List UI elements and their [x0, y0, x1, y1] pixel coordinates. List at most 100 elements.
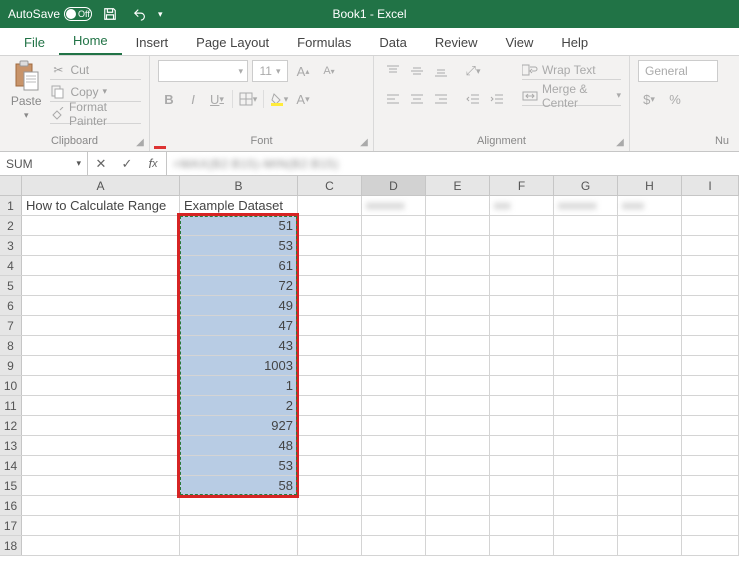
- cell[interactable]: [426, 536, 490, 555]
- cell[interactable]: [362, 236, 426, 255]
- borders-button[interactable]: ▾: [237, 88, 259, 110]
- decrease-indent-icon[interactable]: [462, 88, 484, 110]
- cell[interactable]: [298, 496, 362, 515]
- cell[interactable]: [298, 296, 362, 315]
- align-right-icon[interactable]: [430, 88, 452, 110]
- cell[interactable]: xxxx: [618, 196, 682, 215]
- tab-home[interactable]: Home: [59, 28, 122, 55]
- cell[interactable]: [682, 356, 739, 375]
- cell[interactable]: [22, 416, 180, 435]
- row-header[interactable]: 2: [0, 216, 22, 235]
- cell[interactable]: [490, 376, 554, 395]
- cell[interactable]: [362, 456, 426, 475]
- cell[interactable]: [298, 376, 362, 395]
- cell[interactable]: [426, 496, 490, 515]
- cell[interactable]: [22, 436, 180, 455]
- cell[interactable]: [426, 276, 490, 295]
- cell[interactable]: [298, 456, 362, 475]
- wrap-text-button[interactable]: Wrap Text: [522, 60, 621, 80]
- select-all-corner[interactable]: [0, 176, 22, 195]
- cell[interactable]: [362, 496, 426, 515]
- cell[interactable]: [426, 296, 490, 315]
- worksheet-grid[interactable]: ABCDEFGHI 1How to Calculate RangeExample…: [0, 176, 739, 556]
- cell[interactable]: [682, 456, 739, 475]
- tab-review[interactable]: Review: [421, 30, 492, 55]
- cell[interactable]: 53: [180, 456, 298, 475]
- cell[interactable]: [22, 376, 180, 395]
- cell[interactable]: [554, 296, 618, 315]
- name-box[interactable]: SUM ▾: [0, 152, 88, 175]
- row-header[interactable]: 10: [0, 376, 22, 395]
- column-header[interactable]: B: [180, 176, 298, 195]
- cell[interactable]: [426, 216, 490, 235]
- cell[interactable]: [554, 456, 618, 475]
- cell[interactable]: [298, 516, 362, 535]
- cell[interactable]: [22, 456, 180, 475]
- qat-dropdown-icon[interactable]: ▾: [158, 9, 163, 20]
- cell[interactable]: [426, 376, 490, 395]
- cell[interactable]: xxx: [490, 196, 554, 215]
- cell[interactable]: 61: [180, 256, 298, 275]
- cell[interactable]: 927: [180, 416, 298, 435]
- cell[interactable]: [426, 196, 490, 215]
- cell[interactable]: [180, 536, 298, 555]
- cell[interactable]: [682, 316, 739, 335]
- merge-center-button[interactable]: Merge & Center ▾: [522, 86, 621, 106]
- row-header[interactable]: 15: [0, 476, 22, 495]
- cell[interactable]: [298, 416, 362, 435]
- cell[interactable]: [426, 416, 490, 435]
- cell[interactable]: [362, 416, 426, 435]
- cell[interactable]: [682, 256, 739, 275]
- cell[interactable]: [490, 476, 554, 495]
- row-header[interactable]: 3: [0, 236, 22, 255]
- column-header[interactable]: A: [22, 176, 180, 195]
- cell[interactable]: How to Calculate Range: [22, 196, 180, 215]
- orientation-button[interactable]: ⤢▾: [462, 60, 484, 82]
- cell[interactable]: [490, 496, 554, 515]
- row-header[interactable]: 7: [0, 316, 22, 335]
- cell[interactable]: [22, 356, 180, 375]
- tab-data[interactable]: Data: [365, 30, 420, 55]
- cell[interactable]: Example Dataset: [180, 196, 298, 215]
- cell[interactable]: 47: [180, 316, 298, 335]
- cell[interactable]: [618, 336, 682, 355]
- cell[interactable]: 1: [180, 376, 298, 395]
- cell[interactable]: [22, 536, 180, 555]
- cell[interactable]: [618, 356, 682, 375]
- undo-icon[interactable]: [128, 2, 152, 26]
- cell[interactable]: [298, 356, 362, 375]
- cell[interactable]: xxxxxxx: [362, 196, 426, 215]
- row-header[interactable]: 8: [0, 336, 22, 355]
- cell[interactable]: [362, 296, 426, 315]
- cancel-formula-button[interactable]: ✕: [88, 156, 114, 172]
- cell[interactable]: [554, 416, 618, 435]
- align-bottom-icon[interactable]: [430, 60, 452, 82]
- cell[interactable]: [22, 276, 180, 295]
- cell[interactable]: [180, 516, 298, 535]
- underline-button[interactable]: U▾: [206, 88, 228, 110]
- cell[interactable]: [426, 476, 490, 495]
- cell[interactable]: [682, 296, 739, 315]
- number-format-combo[interactable]: General: [638, 60, 718, 82]
- cell[interactable]: [426, 436, 490, 455]
- cell[interactable]: 51: [180, 216, 298, 235]
- cell[interactable]: [682, 476, 739, 495]
- row-header[interactable]: 6: [0, 296, 22, 315]
- cell[interactable]: [22, 296, 180, 315]
- cell[interactable]: [618, 476, 682, 495]
- cell[interactable]: [490, 296, 554, 315]
- cell[interactable]: [426, 336, 490, 355]
- cell[interactable]: [362, 376, 426, 395]
- cell[interactable]: [22, 336, 180, 355]
- accounting-format-button[interactable]: $▾: [638, 88, 660, 110]
- cell[interactable]: [298, 396, 362, 415]
- cell[interactable]: [618, 536, 682, 555]
- cell[interactable]: [490, 256, 554, 275]
- cell[interactable]: [618, 456, 682, 475]
- cell[interactable]: [298, 536, 362, 555]
- row-header[interactable]: 17: [0, 516, 22, 535]
- cell[interactable]: [682, 536, 739, 555]
- row-header[interactable]: 4: [0, 256, 22, 275]
- cell[interactable]: [682, 436, 739, 455]
- cell[interactable]: [682, 516, 739, 535]
